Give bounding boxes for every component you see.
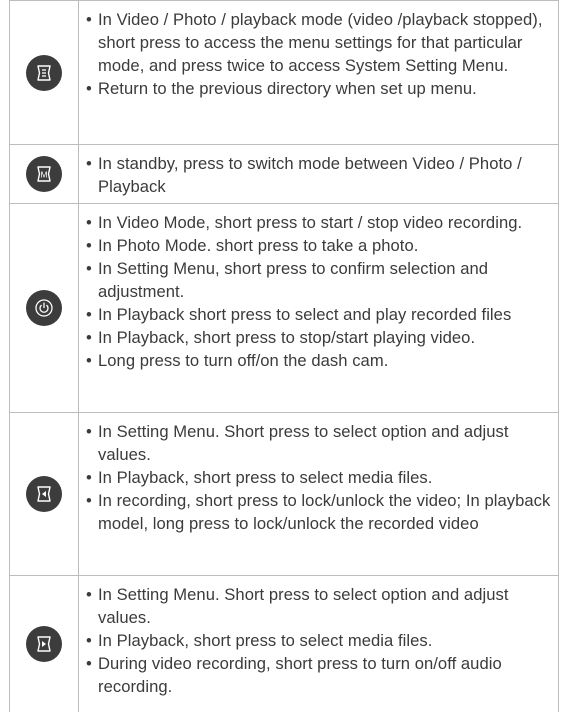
table-row-left: In Setting Menu. Short press to select o… <box>10 413 558 576</box>
list-item: During video recording, short press to t… <box>85 652 554 698</box>
list-item: In Playback, short press to select media… <box>85 466 554 489</box>
description-list: In Video Mode, short press to start / st… <box>85 211 554 372</box>
icon-cell <box>10 1 79 144</box>
table-row-power: In Video Mode, short press to start / st… <box>10 204 558 413</box>
list-item: In Photo Mode. short press to take a pho… <box>85 234 554 257</box>
list-item: In Setting Menu. Short press to select o… <box>85 583 554 629</box>
description-cell: In Video Mode, short press to start / st… <box>79 204 558 412</box>
description-cell: In Setting Menu. Short press to select o… <box>79 576 558 712</box>
description-list: In standby, press to switch mode between… <box>85 152 554 198</box>
list-item: In Setting Menu. Short press to select o… <box>85 420 554 466</box>
description-cell: In Setting Menu. Short press to select o… <box>79 413 558 575</box>
description-cell: In standby, press to switch mode between… <box>79 145 558 203</box>
description-cell: In Video / Photo / playback mode (video … <box>79 1 558 144</box>
icon-cell <box>10 413 79 575</box>
table-row-mode: M In standby, press to switch mode betwe… <box>10 145 558 204</box>
table-row-menu: In Video / Photo / playback mode (video … <box>10 0 558 145</box>
list-item: In Setting Menu, short press to confirm … <box>85 257 554 303</box>
power-ok-icon <box>26 290 62 326</box>
mode-icon: M <box>26 156 62 192</box>
table-row-right: In Setting Menu. Short press to select o… <box>10 576 558 712</box>
icon-cell <box>10 576 79 712</box>
list-item: Long press to turn off/on the dash cam. <box>85 349 554 372</box>
menu-icon <box>26 54 62 91</box>
description-list: In Setting Menu. Short press to select o… <box>85 420 554 535</box>
list-item: In standby, press to switch mode between… <box>85 152 554 198</box>
left-arrow-icon <box>26 476 62 512</box>
button-function-table: In Video / Photo / playback mode (video … <box>9 0 559 712</box>
mode-icon-letter: M <box>40 170 47 180</box>
icon-cell: M <box>10 145 79 203</box>
list-item: In Playback, short press to stop/start p… <box>85 326 554 349</box>
list-item: In Video Mode, short press to start / st… <box>85 211 554 234</box>
list-item: In recording, short press to lock/unlock… <box>85 489 554 535</box>
list-item: Return to the previous directory when se… <box>85 77 554 100</box>
list-item: In Video / Photo / playback mode (video … <box>85 8 554 77</box>
list-item: In Playback, short press to select media… <box>85 629 554 652</box>
icon-cell <box>10 204 79 412</box>
description-list: In Setting Menu. Short press to select o… <box>85 583 554 698</box>
description-list: In Video / Photo / playback mode (video … <box>85 8 554 100</box>
right-arrow-icon <box>26 626 62 662</box>
list-item: In Playback short press to select and pl… <box>85 303 554 326</box>
